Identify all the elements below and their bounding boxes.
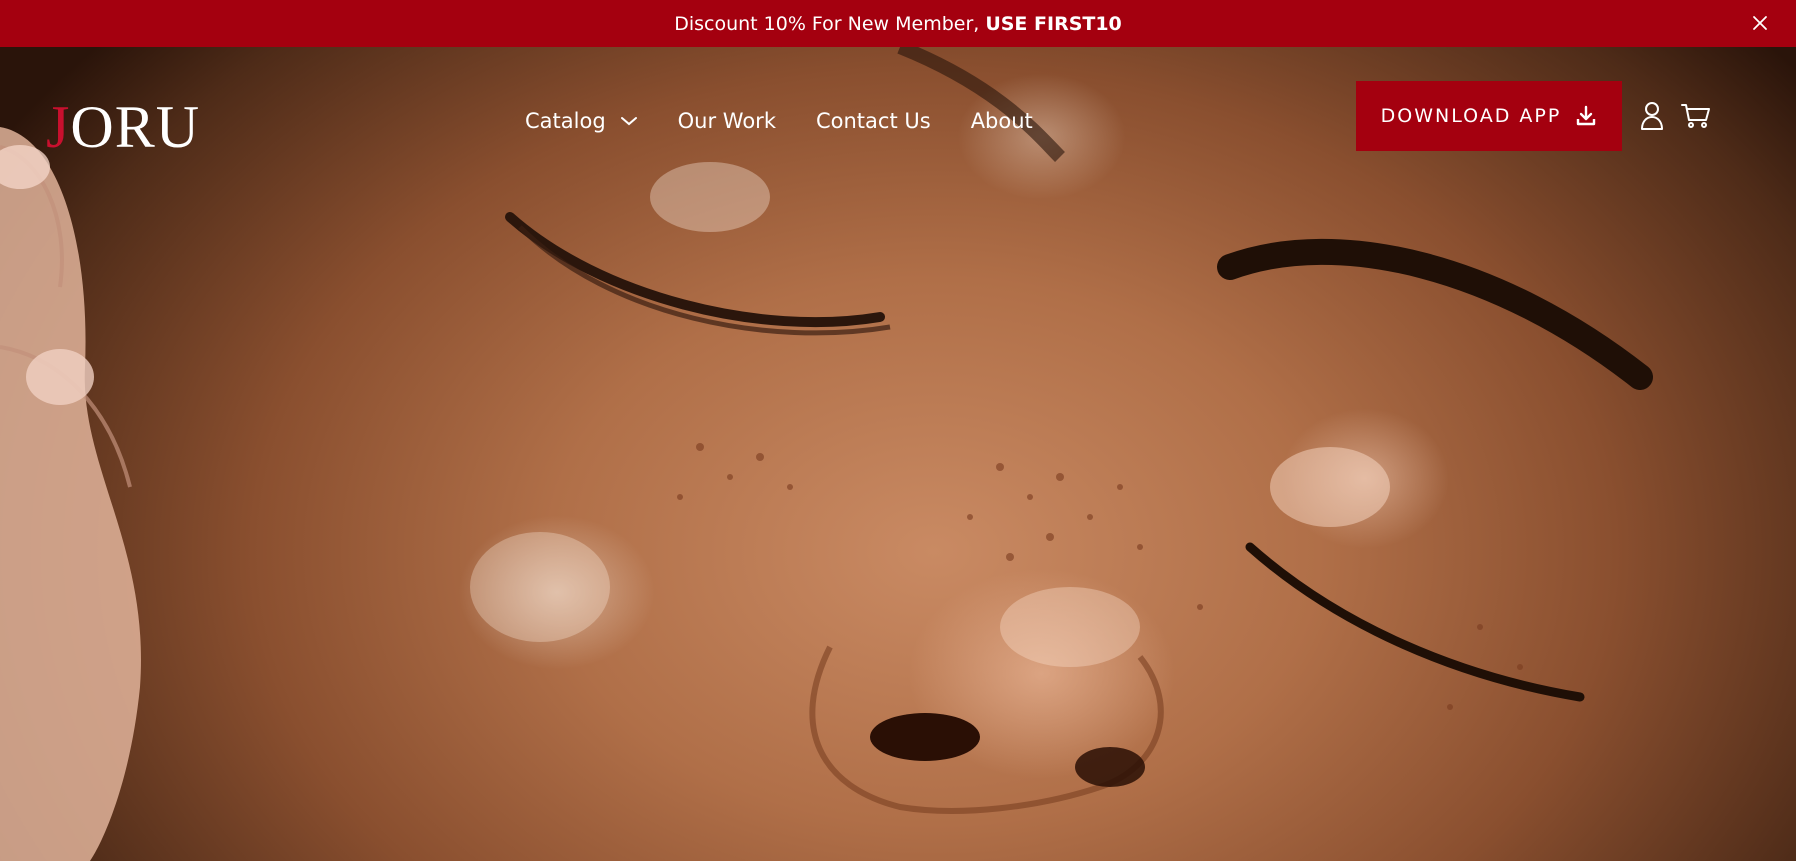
cart-icon[interactable] bbox=[1680, 100, 1712, 132]
right-eyelashes bbox=[1245, 542, 1585, 702]
nav-item-about[interactable]: About bbox=[971, 109, 1033, 133]
download-icon bbox=[1575, 105, 1597, 127]
nav-item-label: About bbox=[970, 109, 1033, 133]
nav-item-our-work[interactable]: Our Work bbox=[678, 109, 776, 133]
announcement-bar: Discount 10% For New Member, USE FIRST10 bbox=[0, 0, 1796, 47]
download-app-button[interactable]: DOWNLOAD APP bbox=[1356, 81, 1622, 151]
right-eyebrow bbox=[1217, 238, 1653, 390]
close-icon[interactable] bbox=[1748, 11, 1772, 35]
nav-item-contact-us[interactable]: Contact Us bbox=[816, 109, 931, 133]
chevron-down-icon bbox=[620, 115, 638, 127]
download-app-label: DOWNLOAD APP bbox=[1380, 105, 1562, 127]
hand-shape bbox=[0, 127, 141, 861]
nav-item-label: Catalog bbox=[525, 109, 606, 133]
right-nostril bbox=[1075, 747, 1145, 787]
nav-item-label: Contact Us bbox=[815, 109, 931, 133]
logo-text: ORU bbox=[70, 94, 201, 160]
announcement-text: Discount 10% For New Member, bbox=[674, 12, 980, 35]
freckles bbox=[677, 443, 1523, 710]
left-eyelashes bbox=[505, 212, 885, 328]
main-nav: Catalog Our Work Contact Us About bbox=[525, 101, 1073, 141]
site-header: J ORU Catalog Our Work Contact Us About D… bbox=[0, 47, 1796, 187]
promo-code: USE FIRST10 bbox=[985, 12, 1122, 35]
logo-first-letter: J bbox=[46, 94, 71, 160]
nav-item-catalog[interactable]: Catalog bbox=[525, 109, 638, 133]
logo[interactable]: J ORU bbox=[46, 87, 200, 157]
user-icon[interactable] bbox=[1636, 100, 1668, 132]
nav-item-label: Our Work bbox=[677, 109, 776, 133]
left-nostril bbox=[870, 713, 980, 761]
